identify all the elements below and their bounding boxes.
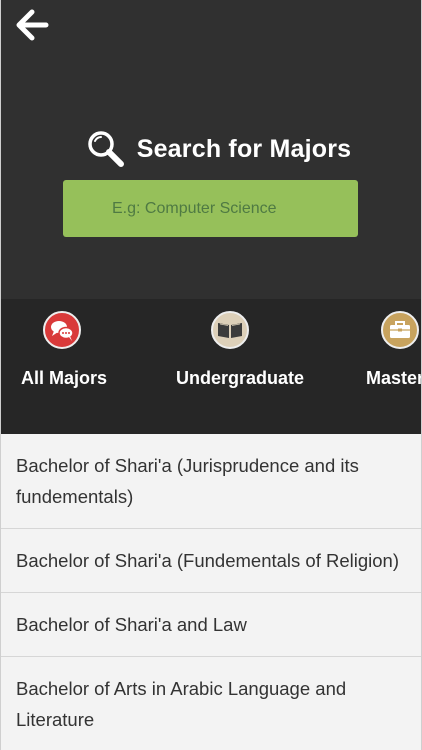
- search-header: Search for Majors: [1, 0, 421, 299]
- major-name: Bachelor of Arts in Arabic Language and …: [16, 678, 347, 730]
- major-list-item[interactable]: Bachelor of Shari'a (Fundementals of Rel…: [1, 529, 421, 593]
- major-name: Bachelor of Shari'a (Jurisprudence and i…: [16, 455, 359, 507]
- app-screen: Search for Majors All Majors: [0, 0, 422, 750]
- category-bar: All Majors Undergraduate Maste: [1, 299, 421, 434]
- category-all-majors[interactable]: All Majors: [1, 299, 131, 434]
- category-label: Undergraduate: [176, 368, 305, 388]
- search-title: Search for Majors: [136, 134, 352, 163]
- search-input[interactable]: [63, 180, 358, 237]
- briefcase-icon: [381, 311, 419, 349]
- category-masters[interactable]: Masters: [356, 299, 421, 434]
- major-list-item[interactable]: Bachelor of Arts in Arabic Language and …: [1, 657, 421, 750]
- majors-list: Bachelor of Shari'a (Jurisprudence and i…: [1, 434, 421, 750]
- search-title-row: Search for Majors: [1, 128, 421, 170]
- category-label: All Majors: [21, 368, 108, 388]
- major-list-item[interactable]: Bachelor of Shari'a and Law: [1, 593, 421, 657]
- major-name: Bachelor of Shari'a (Fundementals of Rel…: [16, 550, 399, 571]
- back-button[interactable]: [13, 8, 51, 42]
- arrow-left-icon: [16, 9, 49, 41]
- book-icon: [211, 311, 249, 349]
- magnifier-icon: [87, 131, 124, 167]
- category-label: Masters: [366, 368, 421, 388]
- chat-bubbles-icon: [43, 311, 81, 349]
- category-undergraduate[interactable]: Undergraduate: [161, 299, 311, 434]
- major-list-item[interactable]: Bachelor of Shari'a (Jurisprudence and i…: [1, 434, 421, 529]
- major-name: Bachelor of Shari'a and Law: [16, 614, 247, 635]
